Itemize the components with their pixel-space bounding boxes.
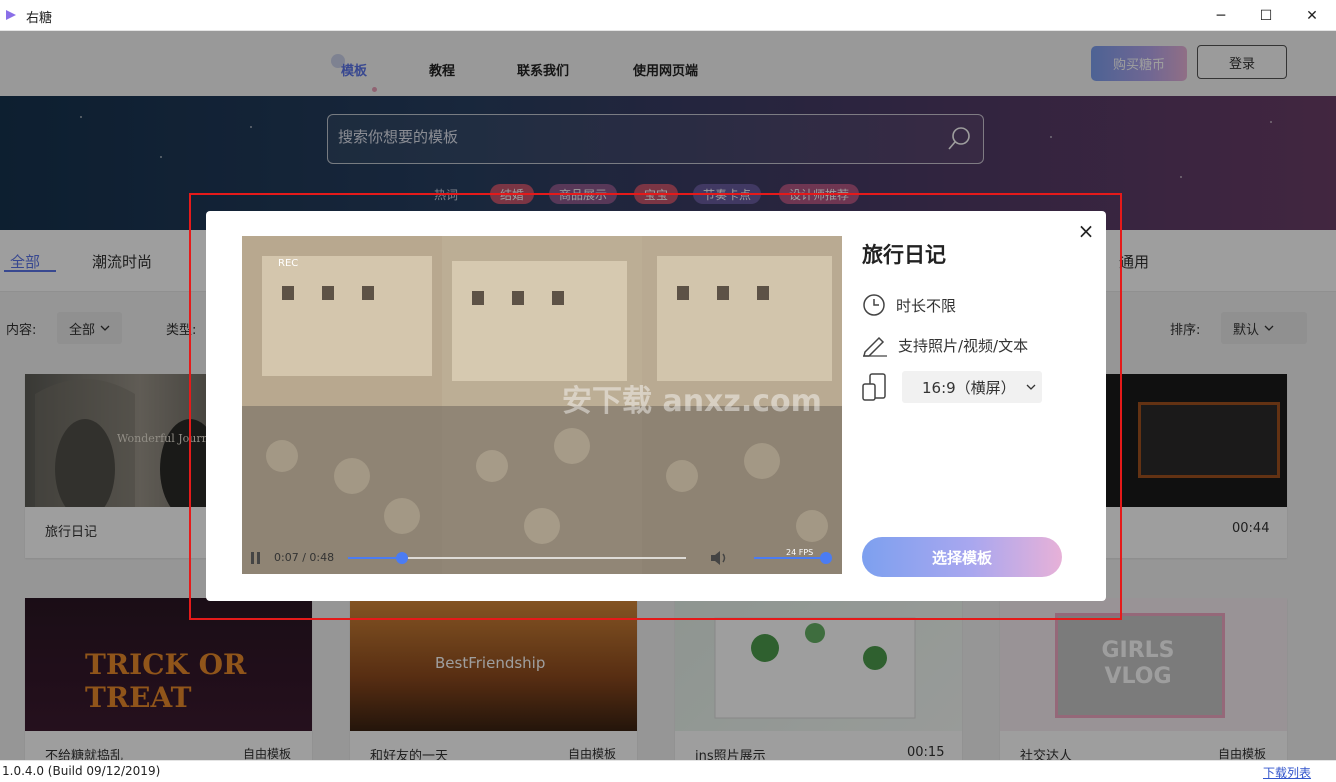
app-logo-icon	[6, 10, 16, 20]
volume-knob[interactable]	[820, 552, 832, 564]
maximize-button[interactable]: ☐	[1243, 0, 1289, 31]
pencil-icon	[863, 336, 887, 357]
progress-knob[interactable]	[396, 552, 409, 564]
choose-template-button[interactable]: 选择模板	[862, 537, 1062, 577]
watermark-text: 安下载 anxz.com	[562, 384, 822, 419]
duration-attr-text: 时长不限	[896, 296, 957, 315]
player-controls: 0:07 / 0:48	[242, 541, 842, 574]
video-frame-art	[242, 236, 442, 574]
template-preview-modal: × REC 24 FPS 安下载 anxz.com 0:07 / 0:48 旅行…	[206, 211, 1106, 601]
minimize-icon: ─	[1216, 7, 1226, 24]
screen-orientation-icon	[862, 373, 886, 401]
template-title: 旅行日记	[862, 243, 946, 267]
video-player[interactable]: REC 24 FPS 安下载 anxz.com 0:07 / 0:48	[242, 236, 842, 574]
minimize-button[interactable]: ─	[1198, 0, 1244, 31]
version-text: 1.0.4.0 (Build 09/12/2019)	[2, 764, 161, 778]
chevron-down-icon	[1026, 384, 1036, 390]
clock-icon	[863, 294, 885, 316]
volume-slider[interactable]	[754, 552, 832, 564]
title-bar: 右糖 ─ ☐ ✕	[0, 0, 1336, 31]
progress-slider[interactable]	[348, 552, 686, 564]
close-icon: ✕	[1306, 7, 1318, 24]
download-list-link[interactable]: 下载列表	[1263, 764, 1311, 781]
app-title: 右糖	[26, 11, 53, 26]
close-icon[interactable]: ×	[1076, 221, 1096, 241]
volume-icon[interactable]	[710, 550, 730, 566]
play-pause-icon[interactable]	[250, 551, 262, 565]
support-attr: 支持照片/视频/文本	[862, 332, 1028, 358]
playback-time: 0:07 / 0:48	[274, 551, 335, 564]
duration-attr: 时长不限	[862, 292, 956, 318]
progress-fill	[348, 557, 403, 559]
aspect-ratio-select[interactable]: 16:9（横屏）	[902, 371, 1042, 403]
support-attr-text: 支持照片/视频/文本	[898, 336, 1029, 355]
rec-label: REC	[278, 258, 299, 269]
aspect-ratio-value: 16:9（横屏）	[922, 378, 1016, 397]
maximize-icon: ☐	[1259, 7, 1273, 24]
video-frame	[242, 236, 442, 574]
close-window-button[interactable]: ✕	[1289, 0, 1335, 31]
status-bar: 1.0.4.0 (Build 09/12/2019) 下载列表	[0, 760, 1336, 782]
